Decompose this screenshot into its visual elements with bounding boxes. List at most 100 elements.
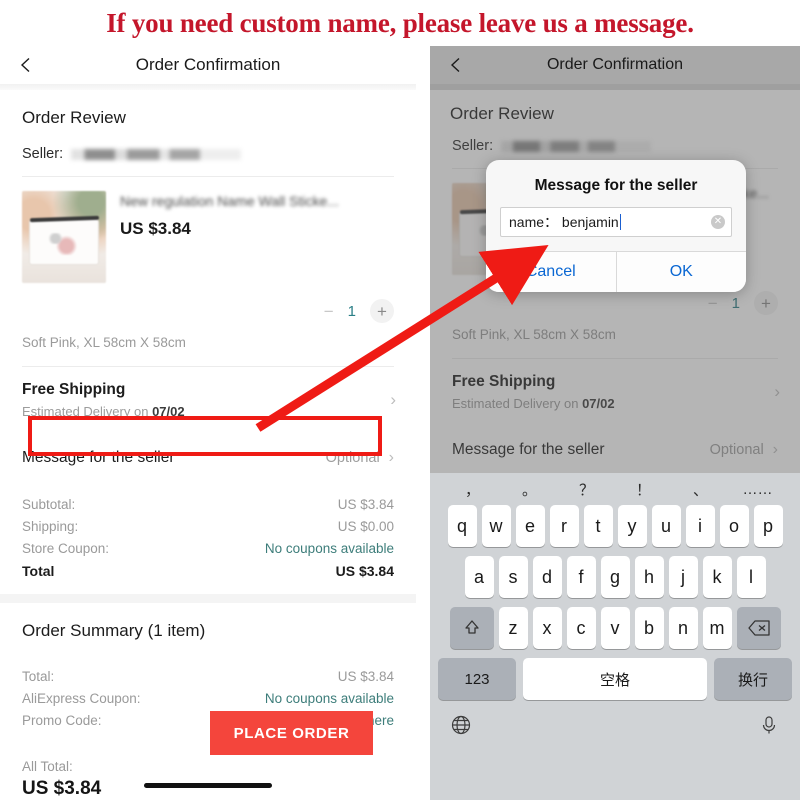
keyboard-bottom-row xyxy=(430,700,800,736)
totals-list: Subtotal: US $3.84 Shipping: US $0.00 St… xyxy=(0,483,416,594)
total-label: Shipping: xyxy=(22,518,79,534)
key-v[interactable]: v xyxy=(600,607,630,649)
cancel-button[interactable]: Cancel xyxy=(486,252,617,292)
quantity-decrease-button[interactable]: − xyxy=(324,303,334,320)
key-p[interactable]: p xyxy=(753,505,783,547)
punct-key[interactable]: 。 xyxy=(501,479,558,500)
key-f[interactable]: f xyxy=(566,556,596,598)
quantity-increase-button[interactable]: + xyxy=(370,299,394,323)
table-row: Total US $3.84 xyxy=(22,559,394,582)
home-indicator xyxy=(144,783,272,788)
ok-button[interactable]: OK xyxy=(617,252,747,292)
screenshot-stage: If you need custom name, please leave us… xyxy=(0,0,800,800)
summary-label: AliExpress Coupon: xyxy=(22,690,141,706)
onscreen-keyboard: ， 。 ？ ！ 、 …… q w e r t y u i o p a s d f… xyxy=(430,473,800,800)
key-m[interactable]: m xyxy=(702,607,732,649)
message-row-highlight-box xyxy=(28,416,382,456)
keyboard-row-2: a s d f g h j k l xyxy=(430,556,800,598)
key-n[interactable]: n xyxy=(668,607,698,649)
navbar-left: Order Confirmation xyxy=(0,46,416,84)
key-k[interactable]: k xyxy=(702,556,732,598)
message-input[interactable]: name： benjamin ✕ xyxy=(500,207,732,237)
key-b[interactable]: b xyxy=(634,607,664,649)
punct-key[interactable]: ， xyxy=(444,479,501,500)
microphone-icon[interactable] xyxy=(758,714,780,736)
back-chevron-icon[interactable] xyxy=(18,57,34,73)
key-h[interactable]: h xyxy=(634,556,664,598)
product-row[interactable]: New regulation Name Wall Sticke... US $3… xyxy=(0,177,416,289)
product-name: New regulation Name Wall Sticke... xyxy=(120,193,339,209)
order-summary-heading: Order Summary (1 item) xyxy=(22,621,206,640)
text-cursor xyxy=(619,214,622,230)
key-j[interactable]: j xyxy=(668,556,698,598)
key-s[interactable]: s xyxy=(498,556,528,598)
navbar-right: Order Confirmation xyxy=(430,46,800,84)
total-label: Subtotal: xyxy=(22,496,76,512)
table-row: Shipping: US $0.00 xyxy=(22,515,394,537)
all-total-value: US $3.84 xyxy=(22,778,102,799)
table-row: Subtotal: US $3.84 xyxy=(22,493,394,515)
key-t[interactable]: t xyxy=(583,505,613,547)
back-chevron-icon[interactable] xyxy=(448,57,464,73)
all-total-label: All Total: xyxy=(22,759,73,774)
key-g[interactable]: g xyxy=(600,556,630,598)
key-z[interactable]: z xyxy=(498,607,528,649)
total-value: US $0.00 xyxy=(337,518,394,534)
key-q[interactable]: q xyxy=(447,505,477,547)
key-i[interactable]: i xyxy=(685,505,715,547)
return-key[interactable]: 换行 xyxy=(714,658,792,700)
key-l[interactable]: l xyxy=(736,556,766,598)
store-coupon-link[interactable]: No coupons available xyxy=(265,541,394,556)
shipping-title: Free Shipping xyxy=(22,381,126,398)
table-row[interactable]: AliExpress Coupon: No coupons available xyxy=(22,687,394,709)
key-u[interactable]: u xyxy=(651,505,681,547)
total-label: Store Coupon: xyxy=(22,540,110,556)
backspace-icon[interactable] xyxy=(736,607,781,649)
dialog-title: Message for the seller xyxy=(534,177,698,194)
key-o[interactable]: o xyxy=(719,505,749,547)
place-order-button[interactable]: PLACE ORDER xyxy=(210,711,373,755)
key-c[interactable]: c xyxy=(566,607,596,649)
key-a[interactable]: a xyxy=(464,556,494,598)
table-row: Total: US $3.84 xyxy=(22,665,394,687)
promo-banner: If you need custom name, please leave us… xyxy=(106,7,694,38)
clear-icon[interactable]: ✕ xyxy=(711,215,725,229)
seller-label: Seller: xyxy=(22,146,64,162)
keyboard-row-4: 123 空格 换行 xyxy=(430,658,800,700)
order-summary-section: Order Summary (1 item) Total: US $3.84 A… xyxy=(0,603,416,800)
product-variant: Soft Pink, XL 58cm X 58cm xyxy=(22,335,186,350)
punctuation-suggestion-row: ， 。 ？ ！ 、 …… xyxy=(430,473,800,505)
section-gap xyxy=(0,594,416,603)
key-d[interactable]: d xyxy=(532,556,562,598)
key-e[interactable]: e xyxy=(515,505,545,547)
message-dialog: Message for the seller name： benjamin ✕ … xyxy=(486,160,746,292)
quantity-stepper[interactable]: − 1 + xyxy=(0,289,416,327)
message-input-value: name： benjamin xyxy=(509,214,619,230)
punct-key[interactable]: 、 xyxy=(672,479,729,500)
space-key[interactable]: 空格 xyxy=(523,658,707,700)
key-x[interactable]: x xyxy=(532,607,562,649)
summary-label: Promo Code: xyxy=(22,712,102,728)
numbers-key[interactable]: 123 xyxy=(438,658,516,700)
punct-key[interactable]: …… xyxy=(729,481,786,498)
total-label: Total xyxy=(22,562,55,579)
shift-icon[interactable] xyxy=(449,607,494,649)
table-row[interactable]: Store Coupon: No coupons available xyxy=(22,537,394,559)
quantity-value: 1 xyxy=(347,302,356,320)
key-y[interactable]: y xyxy=(617,505,647,547)
chevron-right-icon: › xyxy=(388,449,394,466)
product-thumbnail[interactable] xyxy=(22,191,106,283)
total-value: US $3.84 xyxy=(335,562,394,579)
punct-key[interactable]: ？ xyxy=(558,479,615,500)
seller-name-blurred xyxy=(71,148,242,160)
product-price: US $3.84 xyxy=(120,219,191,238)
page-title: Order Confirmation xyxy=(135,55,281,74)
key-w[interactable]: w xyxy=(481,505,511,547)
key-r[interactable]: r xyxy=(549,505,579,547)
seller-row[interactable]: Seller: xyxy=(0,142,416,176)
globe-icon[interactable] xyxy=(450,714,472,736)
punct-key[interactable]: ！ xyxy=(615,479,672,500)
keyboard-row-3: z x c v b n m xyxy=(430,607,800,649)
aliexpress-coupon-link[interactable]: No coupons available xyxy=(265,691,394,706)
order-review-heading: Order Review xyxy=(22,108,126,127)
